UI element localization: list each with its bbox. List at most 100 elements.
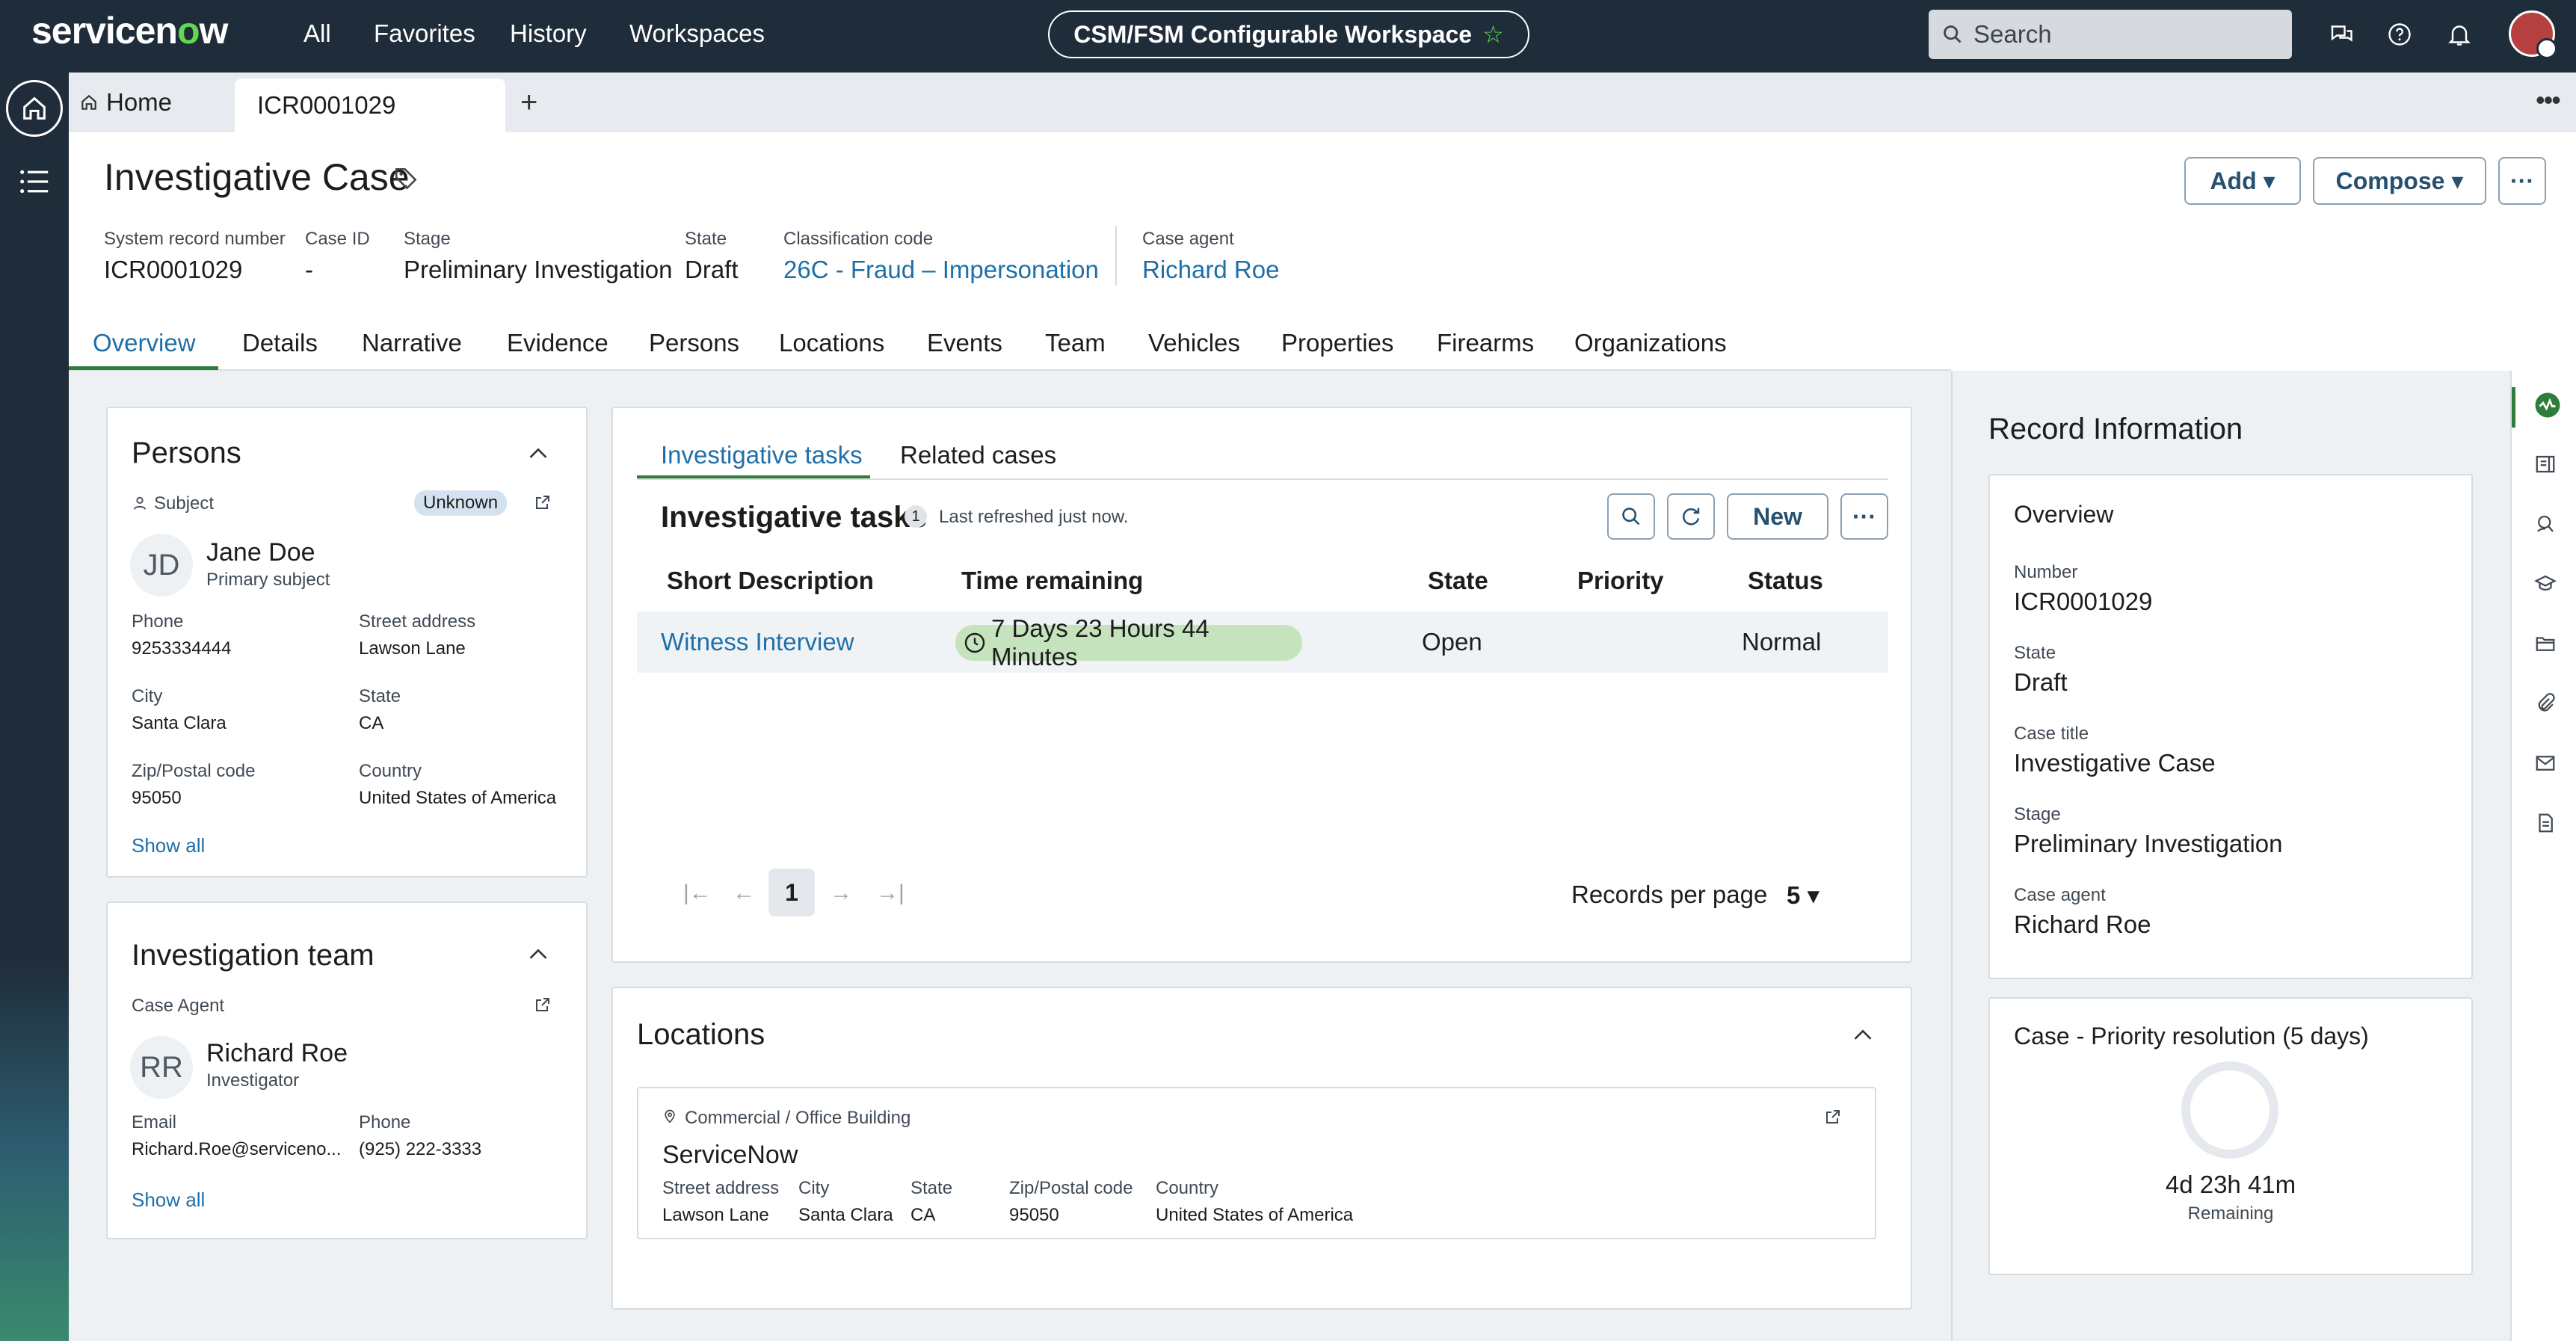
field-label: System record number — [104, 229, 286, 249]
star-icon[interactable]: ☆ — [1482, 20, 1504, 49]
search-input[interactable]: Search — [1929, 10, 2292, 59]
nav-favorites[interactable]: Favorites — [374, 19, 475, 48]
new-button[interactable]: New — [1727, 493, 1828, 540]
classification-link[interactable]: 26C - Fraud – Impersonation — [783, 256, 1099, 284]
sla-time: 4d 23h 41m — [2165, 1171, 2296, 1198]
add-tab-icon[interactable]: + — [520, 86, 537, 120]
chat-icon[interactable] — [2328, 21, 2355, 48]
nav-history[interactable]: History — [510, 19, 587, 48]
open-external-icon[interactable] — [1824, 1108, 1842, 1126]
agent-assist-icon[interactable] — [2534, 513, 2557, 535]
field-value: Lawson Lane — [359, 638, 466, 659]
tab-narrative[interactable]: Narrative — [362, 329, 462, 357]
case-agent-link[interactable]: Richard Roe — [1142, 256, 1279, 284]
attachment-icon[interactable] — [2534, 692, 2557, 715]
user-avatar[interactable] — [2509, 10, 2557, 59]
field-value: ICR0001029 — [104, 256, 243, 283]
column-header[interactable]: Time remaining — [961, 567, 1143, 595]
tab-events[interactable]: Events — [927, 329, 1002, 357]
nav-all[interactable]: All — [303, 19, 331, 48]
refresh-button[interactable] — [1667, 493, 1715, 540]
agent-name[interactable]: Richard Roe — [206, 1039, 348, 1068]
tab-evidence[interactable]: Evidence — [507, 329, 608, 357]
tab-investigative-tasks[interactable]: Investigative tasks — [661, 441, 863, 469]
email-icon[interactable] — [2534, 752, 2557, 774]
field-label: Stage — [2014, 804, 2061, 824]
field-label: Zip/Postal code — [132, 761, 256, 781]
column-header[interactable]: Short Description — [667, 567, 874, 595]
show-all-link[interactable]: Show all — [132, 1189, 205, 1212]
tab-vehicles[interactable]: Vehicles — [1148, 329, 1240, 357]
help-icon[interactable] — [2386, 21, 2413, 48]
task-state: Open — [1422, 628, 1482, 656]
record-list-icon[interactable] — [2534, 453, 2557, 475]
show-all-link[interactable]: Show all — [132, 834, 205, 857]
tasks-heading: Investigative tasks — [661, 501, 927, 534]
more-icon[interactable]: ••• — [2536, 84, 2561, 116]
tab-organizations[interactable]: Organizations — [1574, 329, 1727, 357]
search-button[interactable] — [1607, 493, 1655, 540]
first-page-icon[interactable]: |← — [683, 881, 712, 906]
chevron-up-icon[interactable] — [528, 446, 549, 460]
tab-properties[interactable]: Properties — [1281, 329, 1393, 357]
open-external-icon[interactable] — [534, 996, 552, 1014]
location-type: Commercial / Office Building — [685, 1108, 911, 1128]
sla-ring — [2181, 1061, 2278, 1159]
servicenow-logo[interactable]: servicenow — [31, 9, 228, 52]
tab-team[interactable]: Team — [1045, 329, 1106, 357]
field-label: Country — [359, 761, 422, 781]
caret-down-icon: ▾ — [2263, 167, 2275, 194]
field-label: Street address — [359, 611, 476, 632]
tab-locations[interactable]: Locations — [779, 329, 884, 357]
prev-page-icon[interactable]: ← — [733, 881, 755, 906]
contextual-icon-rail — [2510, 371, 2576, 1341]
active-tab-indicator — [69, 366, 218, 370]
column-header[interactable]: Priority — [1577, 567, 1664, 595]
tab-persons[interactable]: Persons — [649, 329, 739, 357]
field-value: Lawson Lane — [662, 1205, 769, 1225]
header-more-button[interactable]: ··· — [2498, 157, 2546, 205]
current-page[interactable]: 1 — [768, 869, 815, 916]
compose-button[interactable]: Compose ▾ — [2313, 157, 2486, 205]
person-name[interactable]: Jane Doe — [206, 538, 315, 567]
tab-record[interactable]: ICR0001029 — [235, 78, 505, 132]
open-external-icon[interactable] — [534, 493, 552, 511]
task-link[interactable]: Witness Interview — [661, 628, 854, 656]
bell-icon[interactable] — [2446, 21, 2473, 48]
add-button[interactable]: Add ▾ — [2184, 157, 2301, 205]
agent-subtitle: Investigator — [206, 1070, 300, 1091]
tab-overview[interactable]: Overview — [93, 329, 196, 357]
home-icon[interactable] — [6, 80, 63, 137]
email-link[interactable]: Richard.Roe@serviceno... — [132, 1139, 341, 1160]
tasks-more-button[interactable]: ··· — [1840, 493, 1888, 540]
knowledge-icon[interactable] — [2534, 573, 2557, 595]
last-page-icon[interactable]: →| — [876, 881, 905, 906]
field-value: Draft — [2014, 668, 2068, 696]
field-value: 95050 — [132, 788, 182, 808]
count-badge: 1 — [905, 505, 927, 528]
next-page-icon[interactable]: → — [830, 881, 852, 906]
field-label: Street address — [662, 1178, 780, 1198]
chevron-up-icon[interactable] — [528, 946, 549, 961]
document-icon[interactable] — [2534, 812, 2557, 834]
field-value: CA — [359, 713, 384, 733]
folder-icon[interactable] — [2534, 632, 2557, 655]
column-header[interactable]: State — [1428, 567, 1488, 595]
list-icon[interactable] — [18, 167, 51, 197]
field-label: Case agent — [1142, 229, 1234, 249]
tag-icon[interactable] — [393, 166, 419, 191]
activity-icon[interactable] — [2534, 392, 2561, 419]
field-value: ICR0001029 — [2014, 588, 2153, 615]
chevron-up-icon[interactable] — [1852, 1027, 1873, 1042]
tab-details[interactable]: Details — [242, 329, 318, 357]
per-page-label: Records per page — [1571, 881, 1768, 908]
tab-firearms[interactable]: Firearms — [1437, 329, 1534, 357]
nav-workspaces[interactable]: Workspaces — [629, 19, 765, 48]
tab-related-cases[interactable]: Related cases — [900, 441, 1056, 469]
field-value: Santa Clara — [132, 713, 227, 733]
column-header[interactable]: Status — [1748, 567, 1823, 595]
per-page-select[interactable]: 5 ▾ — [1787, 881, 1819, 910]
avatar: RR — [130, 1036, 193, 1099]
workspace-selector[interactable]: CSM/FSM Configurable Workspace ☆ — [1048, 10, 1529, 58]
tab-home[interactable]: Home — [79, 73, 172, 132]
